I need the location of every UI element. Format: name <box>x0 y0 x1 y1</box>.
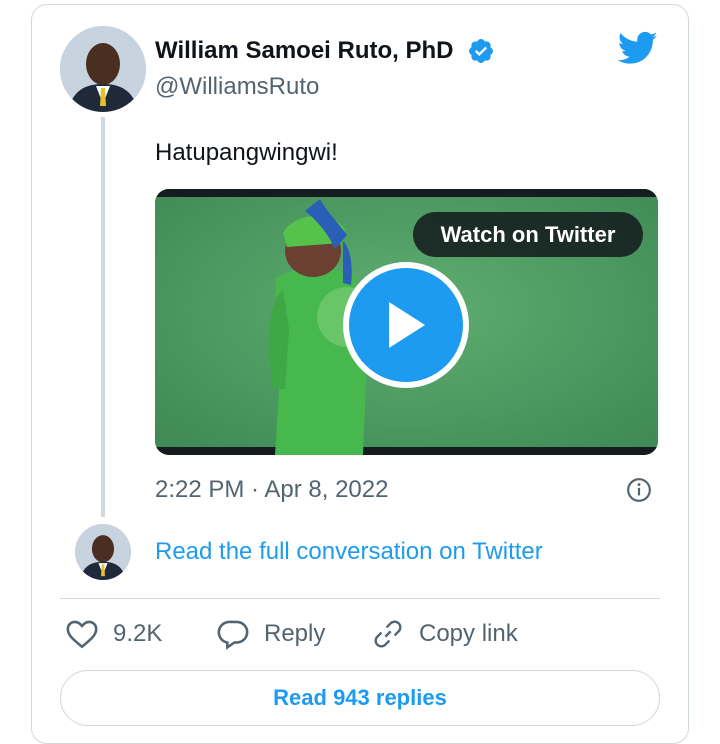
read-full-conversation-link[interactable]: Read the full conversation on Twitter <box>155 538 543 566</box>
info-icon[interactable] <box>626 477 652 503</box>
reply-action[interactable]: Reply <box>216 617 325 651</box>
verified-badge-icon <box>469 39 493 63</box>
read-replies-button[interactable]: Read 943 replies <box>60 670 660 726</box>
divider <box>60 598 660 599</box>
play-button[interactable] <box>343 262 469 388</box>
heart-icon <box>66 620 98 649</box>
like-action[interactable]: 9.2K <box>65 617 162 651</box>
copy-link-label: Copy link <box>419 620 518 647</box>
conversation-avatar[interactable] <box>75 524 131 580</box>
play-icon <box>389 302 425 348</box>
likes-count: 9.2K <box>113 620 163 647</box>
watch-on-twitter-button[interactable]: Watch on Twitter <box>413 212 643 257</box>
author-name[interactable]: William Samoei Ruto, PhD <box>155 37 454 65</box>
reply-bubble-icon <box>217 620 249 650</box>
author-handle[interactable]: @WilliamsRuto <box>155 73 319 101</box>
copy-link-action[interactable]: Copy link <box>371 617 518 651</box>
tweet-timestamp[interactable]: 2:22 PM · Apr 8, 2022 <box>155 476 388 504</box>
tweet-text: Hatupangwingwi! <box>155 139 338 166</box>
reply-label: Reply <box>264 620 326 647</box>
thread-line <box>101 117 105 517</box>
link-icon <box>374 620 402 648</box>
author-avatar[interactable] <box>60 26 146 112</box>
twitter-bird-icon[interactable] <box>615 28 661 68</box>
